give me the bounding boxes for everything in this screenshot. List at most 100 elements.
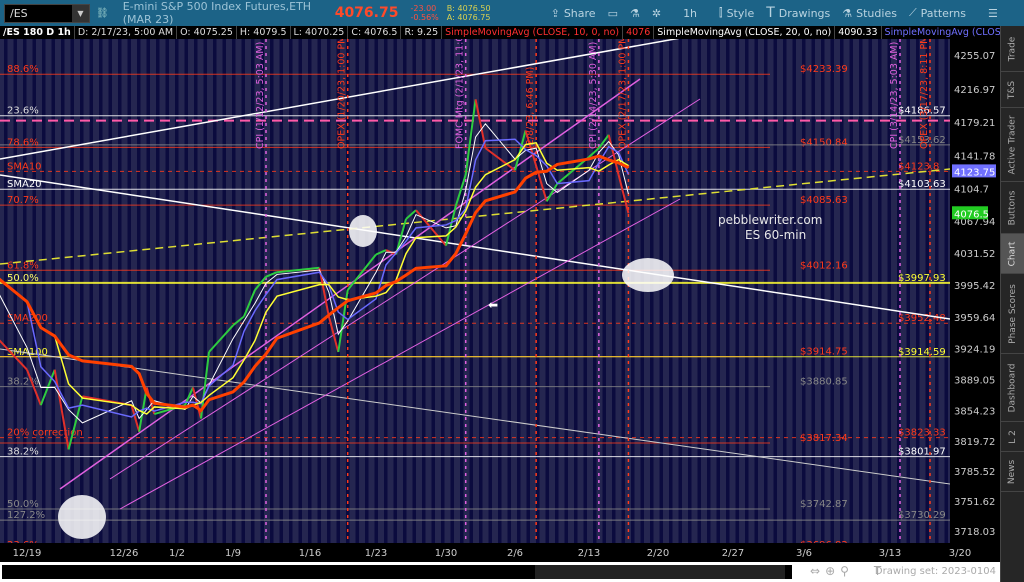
net-change: -23.00 -0.56%	[410, 4, 438, 22]
sma50-study[interactable]: SimpleMovingAvg (CLOSE,...	[882, 26, 1000, 39]
y-tick-label: 3995.42	[954, 281, 995, 292]
bar-close: C: 4076.5	[348, 26, 402, 39]
session-stripe	[317, 39, 321, 543]
session-stripe	[441, 39, 445, 543]
flask-button[interactable]: ⚗	[630, 7, 640, 20]
session-stripe	[545, 39, 549, 543]
session-stripe	[697, 39, 701, 543]
x-tick-label: 2/13	[578, 548, 600, 559]
sidebar-tab-l2[interactable]: L 2	[1001, 422, 1024, 452]
session-stripe	[175, 39, 179, 543]
y-tick-label: 4031.52	[954, 249, 995, 260]
text-t-icon: T	[766, 5, 775, 21]
session-stripe	[137, 39, 141, 543]
session-stripe	[498, 39, 502, 543]
settings-button[interactable]: ✲	[652, 7, 661, 20]
list-icon: ☰	[987, 6, 998, 20]
session-stripe	[783, 39, 787, 543]
level-label-left: 70.7%	[7, 195, 39, 206]
sidebar-tab-dashboard[interactable]: Dashboard	[1001, 354, 1024, 422]
session-stripe	[203, 39, 207, 543]
y-tick-label: 4255.07	[954, 51, 995, 62]
price-axis[interactable]: 4255.07 4216.97 4179.21 4141.78 4104.7 4067.9…	[950, 39, 1000, 543]
gear-icon: ✲	[651, 6, 662, 20]
sidebar-tab-trade[interactable]: Trade	[1001, 26, 1024, 72]
flask-icon: ⚗	[629, 6, 640, 20]
symbol-selector[interactable]: /ES ▼	[4, 3, 90, 23]
share-button[interactable]: ⇪ Share	[551, 7, 596, 20]
x-tick-label: 3/13	[879, 548, 901, 559]
price-axis-canvas: 4255.074216.974179.214141.784104.74067.9…	[952, 51, 996, 538]
sidebar-tab-chart[interactable]: Chart	[1001, 234, 1024, 274]
session-stripe	[488, 39, 492, 543]
session-stripe	[70, 39, 74, 543]
y-tick-label: 3959.64	[954, 313, 995, 324]
y-tick-label: 3889.05	[954, 375, 995, 386]
sidebar-tab-news[interactable]: News	[1001, 452, 1024, 492]
price-chart[interactable]: $4233.39 $4150.84 $4085.63 $4012.16 $3914.75…	[0, 0, 951, 551]
zoom-icon[interactable]: ⚲	[840, 564, 854, 578]
chart-canvas[interactable]: $4233.39 $4150.84 $4085.63 $4012.16 $3914.75…	[0, 0, 951, 551]
price-segment	[208, 324, 234, 353]
level-label-right: $4103.63	[898, 179, 946, 190]
session-stripe	[555, 39, 559, 543]
event-label: CPI (3/14/23, 5:03 AM)	[889, 42, 900, 149]
session-stripe	[574, 39, 578, 543]
level-label-mid: $4150.84	[800, 137, 848, 148]
timeframe-button[interactable]: 1h	[683, 7, 697, 20]
studies-button[interactable]: ⚗ Studies	[842, 7, 897, 20]
patterns-icon: ⟋	[908, 6, 917, 19]
share-label: Share	[563, 6, 596, 20]
top-toolbar: /ES ▼ ⛓ E-mini S&P 500 Index Futures,ETH …	[0, 0, 1024, 26]
y-tick-label: 4104.7	[954, 184, 989, 195]
drawings-button[interactable]: T Drawings	[766, 5, 830, 21]
sidebar-tab-ts[interactable]: T&S	[1001, 72, 1024, 108]
patterns-button[interactable]: ⟋ Patterns	[909, 6, 966, 20]
drawing-set-selector[interactable]: Drawing set: 2023-0104	[875, 566, 996, 577]
session-stripe	[289, 39, 293, 543]
menu-button[interactable]: ☰	[988, 7, 998, 20]
sidebar-tab-phase-scores[interactable]: Phase Scores	[1001, 274, 1024, 354]
style-button[interactable]: ⫿ Style	[719, 6, 754, 20]
session-stripe	[612, 39, 616, 543]
sidebar-tab-active-trader[interactable]: Active Trader	[1001, 108, 1024, 182]
pan-icon[interactable]: ⇔	[810, 564, 825, 578]
session-stripe	[61, 39, 65, 543]
session-stripe	[802, 39, 806, 543]
session-stripe	[868, 39, 872, 543]
alert-icon: ▭	[607, 6, 618, 20]
x-tick-label: 1/2	[169, 548, 185, 559]
level-label-left: 23.6%	[7, 106, 39, 117]
y-tick-label: 3785.52	[954, 467, 995, 478]
crosshair-icon[interactable]: ⊕	[825, 564, 840, 578]
alert-button[interactable]: ▭	[608, 7, 618, 20]
date-axis[interactable]: 12/19 12/26 1/2 1/9 1/16 1/23 1/30 2/6 2/13 2/20 2…	[0, 543, 1000, 562]
sma20-price-tag-label: 4123.75	[954, 167, 995, 178]
x-tick-label: 12/26	[110, 548, 139, 559]
scrollbar-thumb[interactable]	[535, 565, 785, 579]
session-stripe	[80, 39, 84, 543]
level-label-left: 38.2%	[7, 447, 39, 458]
session-stripe	[707, 39, 711, 543]
sidebar-tab-buttons[interactable]: Buttons	[1001, 182, 1024, 234]
session-stripe	[42, 39, 46, 543]
session-stripe	[232, 39, 236, 543]
chart-symbol: /ES 180 D 1h	[0, 26, 75, 39]
bar-high: H: 4079.5	[237, 26, 291, 39]
sma20-study[interactable]: SimpleMovingAvg (CLOSE, 20, 0, no)	[654, 26, 836, 39]
session-stripe	[298, 39, 302, 543]
tab-label: Active Trader	[1007, 114, 1018, 175]
watermark-line2: ES 60-min	[745, 228, 806, 242]
patterns-label: Patterns	[920, 6, 966, 20]
studies-label: Studies	[856, 6, 897, 20]
session-stripe	[393, 39, 397, 543]
chevron-down-icon[interactable]: ▼	[72, 4, 89, 22]
event-label: OPEX (1/20/23, 1:00 PM)	[337, 39, 348, 149]
level-label-right: $3997.93	[898, 273, 946, 284]
sma10-study[interactable]: SimpleMovingAvg (CLOSE, 10, 0, no)	[442, 26, 624, 39]
bar-open: O: 4075.25	[177, 26, 237, 39]
link-icon[interactable]: ⛓	[96, 8, 109, 19]
session-stripe	[659, 39, 663, 543]
x-tick-label: 2/6	[507, 548, 523, 559]
x-tick-label: 1/23	[365, 548, 387, 559]
